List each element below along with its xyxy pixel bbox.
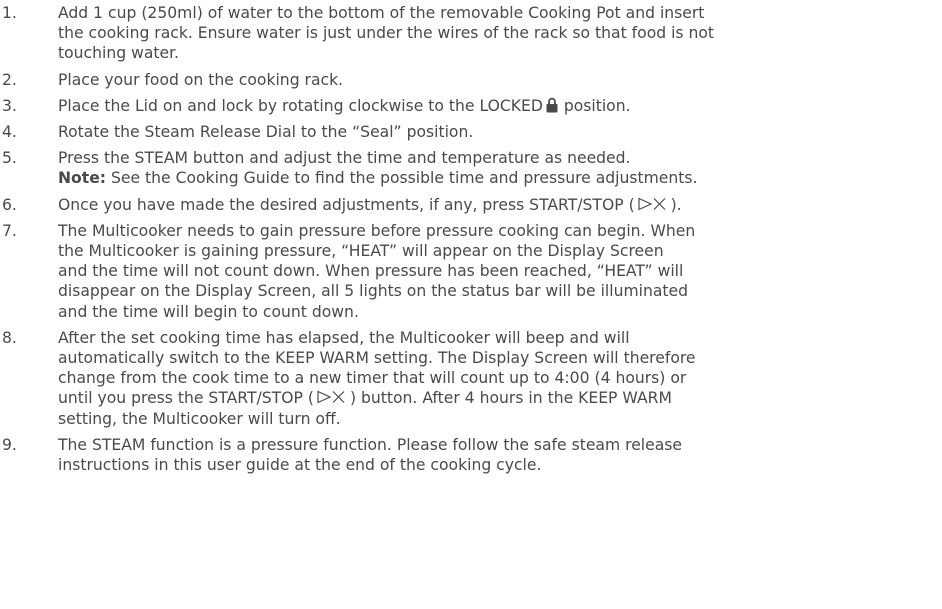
step-7: 7. The Multicooker needs to gain pressur…	[0, 221, 930, 322]
step-number: 9.	[2, 435, 17, 454]
step-number: 1.	[2, 4, 17, 22]
step-number: 5.	[2, 149, 17, 168]
step-text-line: setting, the Multicooker will turn off.	[58, 409, 341, 428]
note-label: Note:	[58, 169, 107, 188]
step-text-line: The Multicooker needs to gain pressure b…	[58, 221, 696, 240]
step-text-line: disappear on the Display Screen, all 5 l…	[58, 282, 689, 301]
step-text: ).	[670, 195, 682, 214]
step-text-line: the Multicooker is gaining pressure, “HE…	[58, 242, 664, 261]
step-3: 3. Place the Lid on and lock by rotating…	[0, 96, 930, 116]
start-stop-icon	[317, 391, 345, 404]
step-text-line: Place your food on the cooking rack.	[58, 70, 344, 89]
step-text-line: The STEAM function is a pressure functio…	[58, 435, 682, 454]
note-text: See the Cooking Guide to find the possib…	[106, 169, 698, 188]
step-text: ) button. After 4 hours in the KEEP WARM	[349, 389, 672, 408]
step-number: 3.	[2, 96, 17, 115]
step-4: 4. Rotate the Steam Release Dial to the …	[0, 122, 930, 142]
start-stop-icon	[638, 197, 666, 211]
instruction-list: 1. Add 1 cup (250ml) of water to the bot…	[0, 3, 930, 481]
step-9: 9. The STEAM function is a pressure func…	[0, 435, 930, 475]
step-text-line: Press the STEAM button and adjust the ti…	[58, 149, 631, 168]
step-number: 6.	[2, 195, 17, 214]
step-text-line: automatically switch to the KEEP WARM se…	[58, 349, 696, 368]
step-1: 1. Add 1 cup (250ml) of water to the bot…	[0, 3, 930, 64]
step-number: 8.	[2, 328, 17, 347]
step-text-line: and the time will not count down. When p…	[58, 262, 684, 281]
step-2: 2. Place your food on the cooking rack.	[0, 70, 930, 90]
step-text-line: the cooking rack. Ensure water is just u…	[58, 24, 715, 43]
step-6: 6. Once you have made the desired adjust…	[0, 195, 930, 215]
step-text: Place the Lid on and lock by rotating cl…	[58, 96, 543, 115]
step-text-line: Add 1 cup (250ml) of water to the bottom…	[58, 4, 705, 22]
step-number: 2.	[2, 70, 17, 89]
step-text-line: After the set cooking time has elapsed, …	[58, 328, 630, 347]
step-text-line: Rotate the Steam Release Dial to the “Se…	[58, 123, 474, 142]
step-text-line: instructions in this user guide at the e…	[58, 456, 542, 475]
step-text-line: Once you have made the desired adjustmen…	[58, 195, 930, 215]
step-text: Once you have made the desired adjustmen…	[58, 195, 635, 214]
step-text: until you press the START/STOP (	[58, 389, 314, 408]
step-number: 7.	[2, 221, 17, 240]
step-5: 5. Press the STEAM button and adjust the…	[0, 148, 930, 188]
step-text-line: Place the Lid on and lock by rotating cl…	[58, 96, 930, 116]
step-text-line: and the time will begin to count down.	[58, 302, 359, 321]
step-8: 8. After the set cooking time has elapse…	[0, 328, 930, 429]
lock-icon	[546, 97, 558, 113]
step-text-line: touching water.	[58, 44, 180, 63]
step-text-line: change from the cook time to a new timer…	[58, 369, 687, 388]
note-line: Note: See the Cooking Guide to find the …	[58, 168, 930, 188]
step-number: 4.	[2, 123, 17, 142]
step-text: position.	[563, 96, 631, 115]
step-text-line: until you press the START/STOP ( ) button…	[58, 388, 930, 408]
